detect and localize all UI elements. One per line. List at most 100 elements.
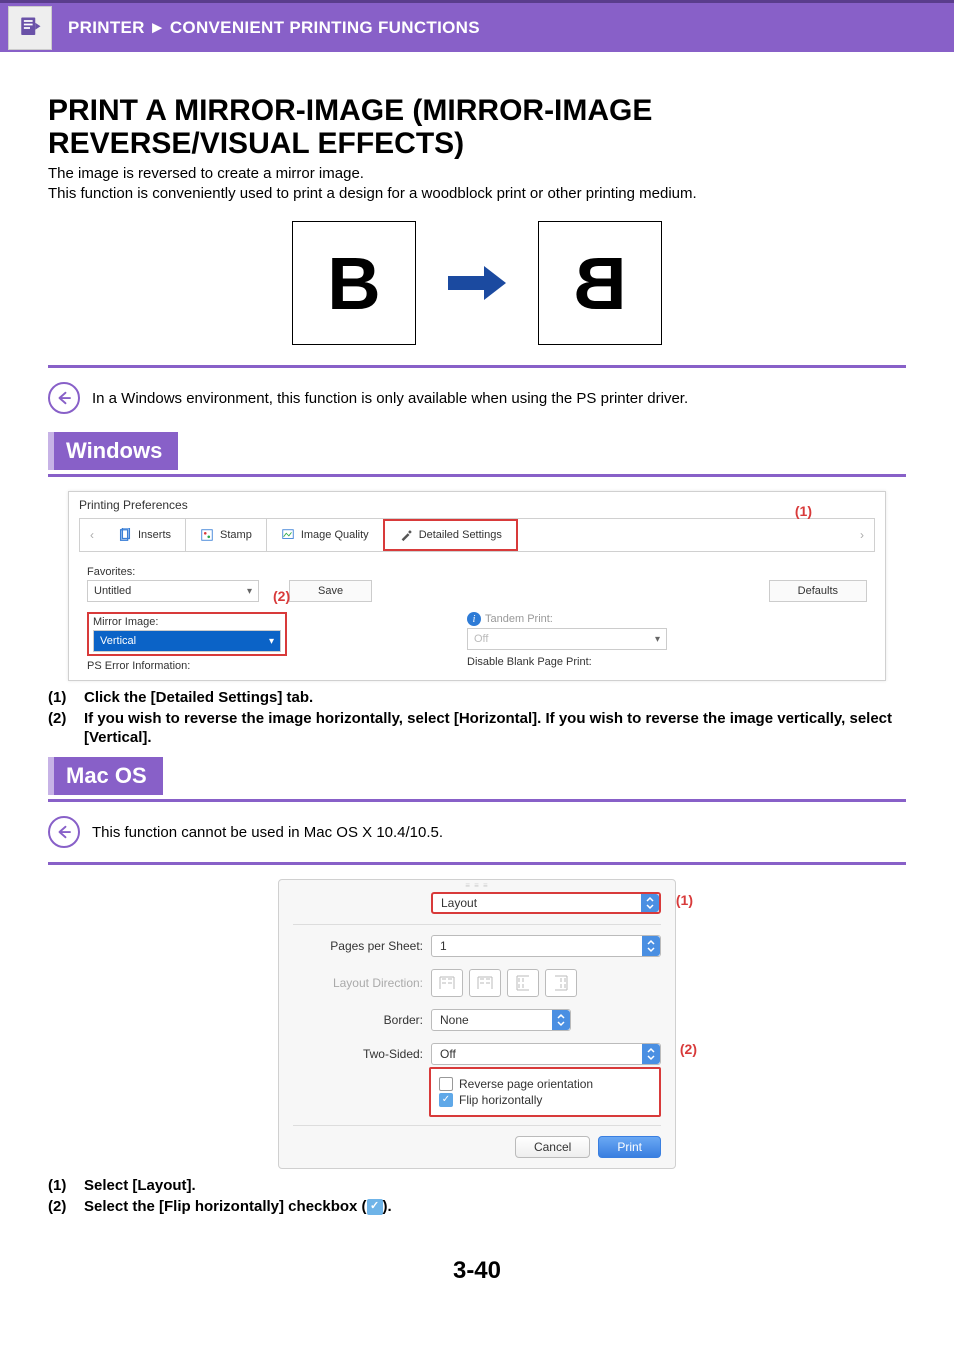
checkbox-checked-icon <box>367 1199 383 1215</box>
layout-dir-1[interactable] <box>431 969 463 997</box>
layout-dir-4[interactable] <box>545 969 577 997</box>
favorites-select[interactable]: Untitled ▾ <box>87 580 259 602</box>
chevron-down-icon: ▾ <box>247 586 252 597</box>
page-title: PRINT A MIRROR-IMAGE (MIRROR-IMAGE REVER… <box>48 94 906 160</box>
layout-direction-buttons <box>431 969 577 997</box>
tab-stamp[interactable]: Stamp <box>186 519 267 551</box>
breadcrumb-section: PRINTER <box>68 18 145 37</box>
description-line1: The image is reversed to create a mirror… <box>48 165 364 182</box>
step-number: (1) <box>48 1177 78 1196</box>
illustration-before: B <box>292 221 416 345</box>
divider <box>48 474 906 477</box>
cancel-button-label: Cancel <box>534 1140 571 1154</box>
ps-error-label: PS Error Information: <box>87 660 287 672</box>
defaults-button[interactable]: Defaults <box>769 580 867 602</box>
updown-icon <box>642 936 660 956</box>
tab-scroll-right[interactable]: › <box>850 519 874 551</box>
inserts-icon <box>118 528 132 542</box>
stamp-icon <box>200 528 214 542</box>
chevron-down-icon: ▾ <box>269 636 274 647</box>
page-number: 3-40 <box>48 1257 906 1285</box>
windows-steps: (1) Click the [Detailed Settings] tab. (2… <box>48 689 906 747</box>
mirror-image-select[interactable]: Vertical ▾ <box>93 630 281 652</box>
note-macos-text: This function cannot be used in Mac OS X… <box>92 824 443 841</box>
reverse-orientation-label: Reverse page orientation <box>459 1077 593 1091</box>
tandem-print-select: Off▾ <box>467 628 667 650</box>
win-tab-strip: (1) ‹ Inserts Stamp Image Quality Detail… <box>79 518 875 552</box>
save-button-label: Save <box>318 585 343 597</box>
windows-step-1: Click the [Detailed Settings] tab. <box>84 689 906 708</box>
layout-direction-label: Layout Direction: <box>293 976 423 990</box>
divider <box>48 799 906 802</box>
cancel-button[interactable]: Cancel <box>515 1136 590 1158</box>
flip-options: Reverse page orientation Flip horizontal… <box>429 1067 661 1117</box>
pages-per-sheet-value: 1 <box>440 939 447 953</box>
border-select[interactable]: None <box>431 1009 571 1031</box>
step-number: (2) <box>48 1198 78 1217</box>
info-icon: i <box>467 612 481 626</box>
two-sided-label: Two-Sided: <box>293 1047 423 1061</box>
tab-inserts-label: Inserts <box>138 529 171 541</box>
macos-heading: Mac OS <box>48 757 163 795</box>
updown-icon <box>642 1044 660 1064</box>
step-number: (2) <box>48 710 78 748</box>
layout-dir-2[interactable] <box>469 969 501 997</box>
mirror-image-label: Mirror Image: <box>93 616 281 628</box>
mac-grip: ≡ ≡ ≡ <box>279 880 675 890</box>
tab-detailed-settings[interactable]: Detailed Settings <box>383 519 518 551</box>
print-button[interactable]: Print <box>598 1136 661 1158</box>
panel-select[interactable]: Layout <box>431 892 661 914</box>
border-value: None <box>440 1013 469 1027</box>
divider <box>48 862 906 865</box>
arrow-right-icon <box>444 260 510 306</box>
print-button-label: Print <box>617 1140 642 1154</box>
reverse-orientation-checkbox[interactable] <box>439 1077 453 1091</box>
breadcrumb: PRINTER►CONVENIENT PRINTING FUNCTIONS <box>68 18 480 38</box>
defaults-button-label: Defaults <box>798 585 838 597</box>
windows-step-2: If you wish to reverse the image horizon… <box>84 710 906 748</box>
updown-icon <box>641 894 659 912</box>
windows-screenshot: Printing Preferences (1) ‹ Inserts Stamp… <box>68 491 886 681</box>
save-button[interactable]: Save <box>289 580 372 602</box>
tab-stamp-label: Stamp <box>220 529 252 541</box>
description-line2: This function is conveniently used to pr… <box>48 185 697 202</box>
pages-per-sheet-select[interactable]: 1 <box>431 935 661 957</box>
mirror-illustration: B B <box>48 221 906 345</box>
tab-image-quality[interactable]: Image Quality <box>267 519 384 551</box>
pages-per-sheet-label: Pages per Sheet: <box>293 939 423 953</box>
mirror-image-group: Mirror Image: Vertical ▾ <box>87 612 287 656</box>
tab-scroll-left[interactable]: ‹ <box>80 519 104 551</box>
win-window-title: Printing Preferences <box>69 492 885 516</box>
two-sided-select[interactable]: Off <box>431 1043 661 1065</box>
callout-2: (2) <box>273 588 290 604</box>
favorites-label: Favorites: <box>87 566 259 578</box>
tandem-print-value: Off <box>474 633 488 645</box>
mac-steps: (1) Select [Layout]. (2) Select the [Flip … <box>48 1177 906 1217</box>
favorites-value: Untitled <box>94 585 131 597</box>
step-number: (1) <box>48 689 78 708</box>
description: The image is reversed to create a mirror… <box>48 164 906 203</box>
note-macos: This function cannot be used in Mac OS X… <box>48 816 906 848</box>
flip-horizontally-checkbox[interactable] <box>439 1093 453 1107</box>
two-sided-value: Off <box>440 1047 456 1061</box>
image-quality-icon <box>281 528 295 542</box>
disable-blank-print-label: Disable Blank Page Print: <box>467 656 667 668</box>
mac-step-2: Select the [Flip horizontally] checkbox … <box>84 1198 906 1217</box>
panel-select-value: Layout <box>441 896 477 910</box>
windows-heading: Windows <box>48 432 178 470</box>
detailed-settings-icon <box>399 528 413 542</box>
divider <box>48 365 906 368</box>
flip-horizontally-label: Flip horizontally <box>459 1093 542 1107</box>
illustration-after: B <box>538 221 662 345</box>
callout-1: (1) <box>795 503 812 519</box>
note-windows-only: In a Windows environment, this function … <box>48 382 906 414</box>
note-back-icon <box>48 382 80 414</box>
updown-icon <box>552 1010 570 1030</box>
note-back-icon <box>48 816 80 848</box>
mac-step-1: Select [Layout]. <box>84 1177 906 1196</box>
layout-dir-3[interactable] <box>507 969 539 997</box>
tandem-print-label: iTandem Print: <box>467 612 667 626</box>
mirror-image-value: Vertical <box>100 635 136 647</box>
printer-chapter-icon <box>8 6 52 50</box>
tab-inserts[interactable]: Inserts <box>104 519 186 551</box>
